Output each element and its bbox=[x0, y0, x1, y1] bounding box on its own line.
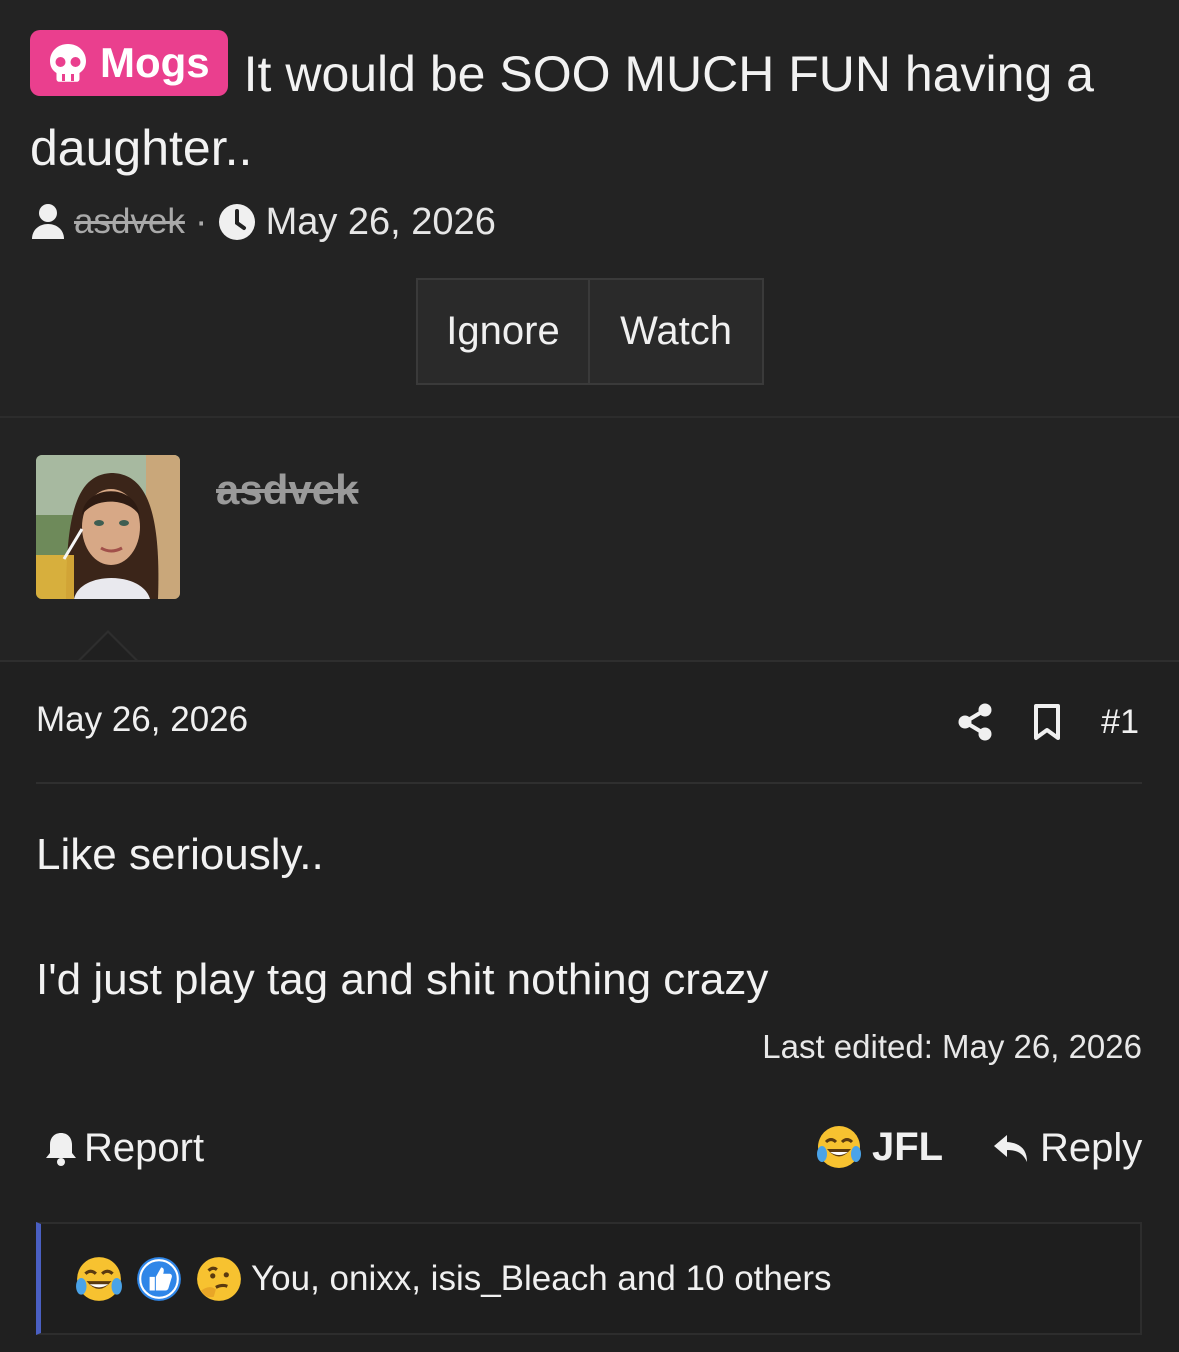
post-number[interactable]: #1 bbox=[1101, 703, 1139, 742]
thread-header: Mogs It would be SOO MUCH FUN having a d… bbox=[0, 0, 1179, 416]
prefix-badge[interactable]: Mogs bbox=[30, 30, 228, 96]
thread-author-link[interactable]: asdvek bbox=[74, 202, 185, 242]
crying-laughing-icon bbox=[76, 1256, 122, 1301]
thread-title-line: Mogs It would be SOO MUCH FUN having a d… bbox=[30, 30, 1150, 185]
thread-meta: asdvek · May 26, 2026 bbox=[30, 198, 496, 246]
ignore-button[interactable]: Ignore bbox=[418, 280, 590, 383]
reaction-icons bbox=[75, 1255, 243, 1303]
message-arrow-inner bbox=[78, 633, 138, 663]
post-footer: Report JFL Reply bbox=[0, 1120, 1179, 1180]
reaction-summary[interactable]: You, onixx, isis_Bleach and 10 others bbox=[251, 1259, 831, 1299]
thinking-icon bbox=[197, 1256, 241, 1301]
post-paragraph: I'd just play tag and shit nothing crazy bbox=[36, 955, 769, 1004]
reply-label: Reply bbox=[1040, 1126, 1143, 1170]
post-paragraph: Like seriously.. bbox=[36, 830, 324, 879]
jfl-reaction-button[interactable]: JFL bbox=[816, 1124, 943, 1170]
reply-button[interactable]: Reply bbox=[992, 1126, 1142, 1171]
post-date[interactable]: May 26, 2026 bbox=[36, 700, 248, 740]
thread-date[interactable]: May 26, 2026 bbox=[266, 201, 496, 244]
crying-laughing-icon bbox=[817, 1126, 861, 1168]
post-body: Like seriously.. I'd just play tag and s… bbox=[36, 826, 768, 1009]
share-icon[interactable] bbox=[957, 703, 993, 741]
skull-icon bbox=[50, 44, 86, 82]
post-user-block: asdvek bbox=[0, 418, 1179, 660]
report-label: Report bbox=[84, 1126, 205, 1170]
meta-separator: · bbox=[194, 200, 208, 243]
user-icon bbox=[32, 204, 64, 239]
last-edited: Last edited: May 26, 2026 bbox=[762, 1028, 1142, 1065]
reply-icon bbox=[994, 1134, 1027, 1162]
post-actions: #1 bbox=[957, 698, 1139, 746]
bell-icon bbox=[46, 1132, 76, 1166]
reactions-bar[interactable]: You, onixx, isis_Bleach and 10 others bbox=[36, 1222, 1142, 1335]
avatar[interactable] bbox=[36, 455, 180, 599]
divider bbox=[0, 660, 1179, 662]
thread-button-group: Ignore Watch bbox=[416, 278, 764, 385]
watch-button[interactable]: Watch bbox=[590, 280, 762, 383]
bookmark-icon[interactable] bbox=[1033, 703, 1061, 741]
divider bbox=[36, 782, 1142, 784]
clock-icon bbox=[218, 204, 255, 240]
prefix-label: Mogs bbox=[100, 39, 210, 86]
thumbs-up-icon bbox=[137, 1256, 181, 1301]
post-username[interactable]: asdvek bbox=[216, 466, 358, 514]
jfl-label: JFL bbox=[872, 1124, 944, 1169]
report-button[interactable]: Report bbox=[44, 1126, 204, 1171]
